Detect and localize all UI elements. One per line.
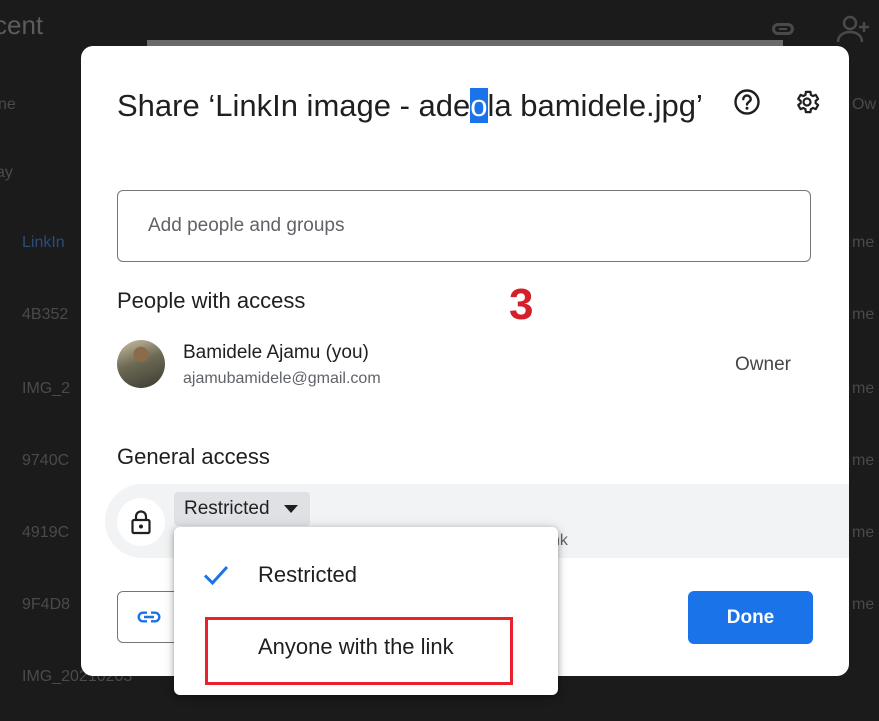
bg-row-left: 9740C [22,452,70,469]
menu-item-label: Anyone with the link [258,634,454,659]
bg-row-left: 9F4D8 [22,596,71,613]
bg-row-left: LinkIn [22,234,65,251]
title-text: Share ‘LinkIn image - ade [117,88,471,123]
caret-down-icon [283,505,298,513]
link-icon [137,611,161,623]
bg-row-right: me [852,452,875,469]
help-circle-icon [734,89,760,115]
bg-row-right: Ow [852,96,876,113]
add-people-input[interactable] [117,190,811,262]
person-role: Owner [735,354,791,375]
bg-row-right: me [852,380,875,397]
done-button[interactable]: Done [688,591,813,644]
menu-item-anyone-with-link[interactable]: Anyone with the link [174,615,558,679]
settings-button[interactable] [789,84,825,120]
person-name: Bamidele Ajamu (you) [183,342,369,363]
gear-icon [797,90,820,114]
bg-row-right: me [852,524,875,541]
bg-link-icon [772,23,794,35]
title-selected-text: o [470,88,488,123]
bg-row-left: ay [0,164,13,181]
bg-row-right: me [852,306,875,323]
dialog-title: Share ‘LinkIn image - adeola bamidele.jp… [117,84,717,127]
access-level-value: Restricted [184,498,270,519]
menu-item-restricted[interactable]: Restricted [174,543,558,607]
access-level-menu: Restricted Anyone with the link [174,527,558,695]
bg-row-right: me [852,234,875,251]
bg-page-title: cent [0,10,44,40]
bg-add-person-icon [836,15,869,43]
bg-row-left: IMG_2 [22,380,71,397]
avatar [117,340,165,388]
check-icon [203,565,229,586]
step-number: 3 [509,280,534,329]
bg-row-left: ne [0,96,16,113]
access-level-dropdown[interactable]: Restricted [174,492,310,526]
person-email: ajamubamidele@gmail.com [183,370,381,387]
title-text-end: la bamidele.jpg’ [487,88,703,123]
help-button[interactable] [729,84,765,120]
lock-icon [131,510,151,535]
bg-row-left: 4B352 [22,306,69,323]
bg-row-right: me [852,596,875,613]
lock-badge [117,498,165,546]
bg-row-left: 4919C [22,524,70,541]
general-access-label: General access [117,444,270,469]
people-with-access-label: People with access [117,288,306,313]
menu-item-label: Restricted [258,562,358,587]
